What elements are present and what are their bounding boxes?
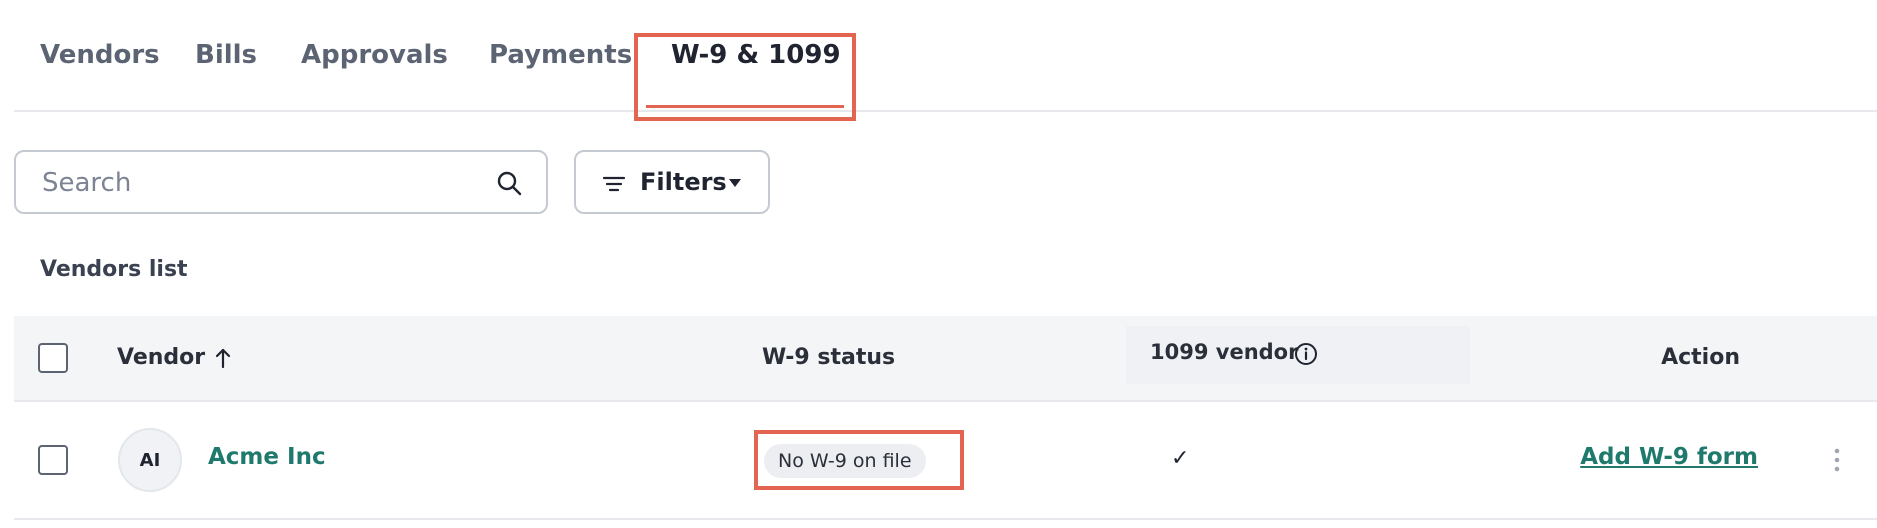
row-checkbox[interactable] (38, 445, 68, 475)
tab-bar: Vendors Bills Approvals Payments W-9 & 1… (14, 0, 1877, 112)
vendors-list-title: Vendors list (40, 257, 188, 282)
sort-ascending-icon[interactable] (214, 347, 232, 369)
search-box (14, 150, 548, 214)
action-column-header: Action (1661, 345, 1740, 370)
tab-bills[interactable]: Bills (195, 40, 257, 70)
table-row: AI Acme Inc No W-9 on file ✓ Add W-9 for… (14, 402, 1877, 520)
w9-status-column-header: W-9 status (762, 345, 896, 370)
tab-payments[interactable]: Payments (489, 40, 632, 70)
tab-vendors[interactable]: Vendors (40, 40, 160, 70)
filters-button[interactable]: Filters (574, 150, 770, 214)
vendor-name-link[interactable]: Acme Inc (208, 444, 326, 470)
kebab-menu-icon[interactable] (1833, 446, 1841, 474)
filter-lines-icon (602, 176, 626, 192)
info-icon[interactable] (1294, 342, 1318, 366)
vendor-1099-column-header: 1099 vendor (1150, 340, 1299, 364)
search-input[interactable] (40, 162, 484, 204)
tab-approvals[interactable]: Approvals (301, 40, 448, 70)
avatar: AI (118, 428, 182, 492)
table-header: Vendor W-9 status Action (14, 316, 1877, 402)
chevron-down-icon (729, 179, 741, 187)
select-all-checkbox[interactable] (38, 343, 68, 373)
vendor-1099-header-cell: 1099 vendor (1126, 326, 1470, 384)
vendor-1099-check: ✓ (1171, 446, 1190, 471)
tab-highlight-box (634, 33, 856, 121)
search-icon[interactable] (496, 170, 522, 196)
add-w9-form-link[interactable]: Add W-9 form (1580, 444, 1758, 470)
status-highlight-box (754, 430, 964, 490)
filters-label: Filters (640, 168, 727, 196)
vendor-column-header[interactable]: Vendor (117, 345, 205, 370)
